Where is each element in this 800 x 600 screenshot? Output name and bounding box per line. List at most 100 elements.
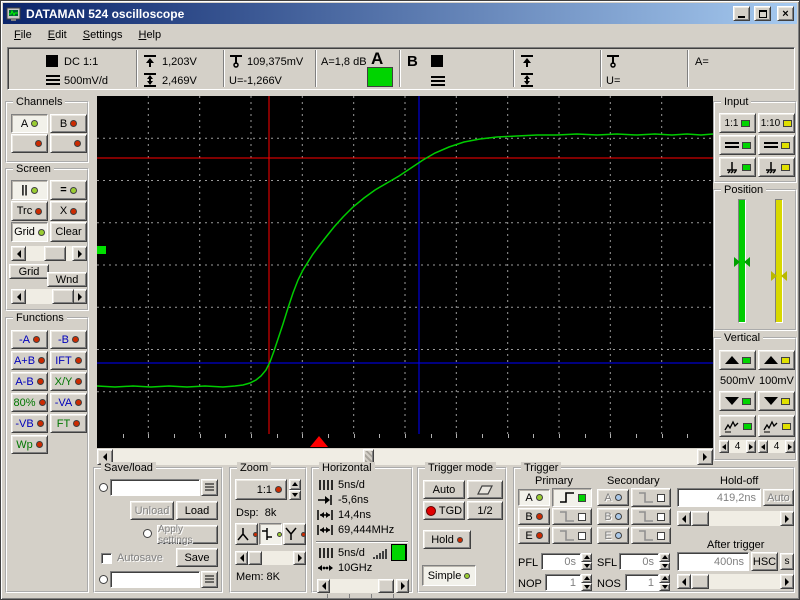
saveload-bottom-filename-input[interactable] bbox=[110, 571, 200, 588]
tgd-button[interactable]: TGD bbox=[423, 501, 465, 520]
simple-mode-button[interactable]: Simple bbox=[422, 565, 476, 586]
nos-field[interactable]: 1 bbox=[625, 574, 659, 591]
zoom-mode-sample-button[interactable] bbox=[259, 523, 282, 545]
saveload-top-list-button[interactable] bbox=[201, 479, 218, 496]
zoom-spinner[interactable] bbox=[289, 479, 301, 500]
function-a-minus-b-button[interactable]: A-B bbox=[11, 372, 48, 391]
tab-grid[interactable]: Grid bbox=[9, 264, 49, 279]
vertical-b-average-stepper[interactable]: 4 bbox=[758, 440, 795, 453]
function-neg-va-button[interactable]: -VA bbox=[50, 393, 87, 412]
after-trigger-scrollbar[interactable] bbox=[677, 574, 794, 589]
trigger-secondary-e-edge-button[interactable] bbox=[631, 527, 671, 544]
input-a-1to1-button[interactable]: 1:1 bbox=[719, 113, 756, 133]
minimize-button[interactable] bbox=[733, 6, 750, 21]
function-a-plus-b-button[interactable]: A+B bbox=[11, 351, 48, 370]
vertical-a-average-stepper[interactable]: 4 bbox=[719, 440, 756, 453]
vertical-b-up-button[interactable] bbox=[758, 350, 795, 370]
tab-wnd[interactable]: Wnd bbox=[47, 272, 87, 287]
trigger-primary-e-button[interactable]: E bbox=[518, 527, 550, 544]
holdoff-scrollbar[interactable] bbox=[677, 511, 794, 526]
input-a-ground-button[interactable] bbox=[719, 157, 756, 177]
trc-button[interactable]: Trc bbox=[11, 201, 48, 221]
channel-c-button[interactable] bbox=[11, 134, 48, 153]
trigger-secondary-a-button[interactable]: A bbox=[597, 489, 629, 506]
trigger-primary-b-edge-button[interactable] bbox=[552, 508, 592, 525]
wnd-scrollbar[interactable] bbox=[11, 289, 87, 304]
grid-scrollbar[interactable] bbox=[11, 246, 87, 261]
function-wp-button[interactable]: Wp bbox=[11, 435, 48, 454]
trigger-secondary-e-button[interactable]: E bbox=[597, 527, 629, 544]
input-b-ground-button[interactable] bbox=[758, 157, 795, 177]
trigger-primary-a-button[interactable]: A bbox=[518, 489, 550, 506]
zoom-mode-interp-button[interactable] bbox=[283, 523, 306, 545]
vertical-a-down-button[interactable] bbox=[719, 391, 756, 411]
unload-button[interactable]: Unload bbox=[130, 501, 174, 520]
saveload-top-filename-input[interactable] bbox=[110, 479, 200, 496]
pause-button[interactable]: || bbox=[11, 180, 48, 200]
horizontal-scrollbar[interactable] bbox=[317, 579, 409, 593]
menu-help[interactable]: Help bbox=[131, 27, 168, 43]
trigger-secondary-b-button[interactable]: B bbox=[597, 508, 629, 525]
function-neg-vb-button[interactable]: -VB bbox=[11, 414, 48, 433]
single-flag-button[interactable] bbox=[467, 480, 503, 499]
function-80pct-button[interactable]: 80% bbox=[11, 393, 48, 412]
after-trigger-value-field[interactable]: 400ns bbox=[677, 552, 749, 571]
apply-settings-button[interactable]: Apply settings bbox=[157, 525, 218, 544]
function-ft-button[interactable]: FT bbox=[50, 414, 87, 433]
position-slider-b[interactable] bbox=[771, 199, 787, 323]
function-xy-button[interactable]: X/Y bbox=[50, 372, 87, 391]
nop-field[interactable]: 1 bbox=[545, 574, 581, 591]
channel-d-button[interactable] bbox=[50, 134, 87, 153]
save-button[interactable]: Save bbox=[176, 548, 218, 567]
x-button[interactable]: X bbox=[50, 201, 87, 221]
plot-scrollbar[interactable] bbox=[97, 449, 713, 465]
zoom-scrollbar[interactable] bbox=[235, 551, 306, 565]
trigger-secondary-a-edge-button[interactable] bbox=[631, 488, 671, 507]
trigger-primary-b-button[interactable]: B bbox=[518, 508, 550, 525]
holdoff-value-field[interactable]: 419,2ns bbox=[677, 488, 761, 507]
zoom-mode-peak-button[interactable] bbox=[235, 523, 258, 545]
scope-display[interactable] bbox=[97, 96, 713, 434]
hold-button[interactable]: Hold bbox=[423, 530, 471, 549]
channel-b-button[interactable]: B bbox=[50, 114, 87, 133]
pfl-field[interactable]: 0s bbox=[541, 553, 581, 570]
vertical-a-up-button[interactable] bbox=[719, 350, 756, 370]
position-marker-a[interactable] bbox=[734, 257, 750, 267]
holdoff-auto-button[interactable]: Auto bbox=[763, 489, 794, 506]
function-ift-button[interactable]: IFT bbox=[50, 351, 87, 370]
input-b-1to10-button[interactable]: 1:10 bbox=[758, 113, 795, 133]
vertical-b-filter-button[interactable] bbox=[758, 415, 795, 437]
autosave-checkbox[interactable] bbox=[101, 553, 112, 564]
input-a-coupling-button[interactable] bbox=[719, 135, 756, 155]
channel-a-button[interactable]: A bbox=[11, 114, 48, 133]
saveload-bottom-list-button[interactable] bbox=[201, 571, 218, 588]
vertical-a-filter-button[interactable] bbox=[719, 415, 756, 437]
menu-file[interactable]: File bbox=[7, 27, 39, 43]
channel-a-ground-marker[interactable] bbox=[97, 246, 106, 254]
hsc-button[interactable]: HSC bbox=[751, 552, 778, 571]
half-button[interactable]: 1/2 bbox=[467, 501, 503, 520]
vertical-b-down-button[interactable] bbox=[758, 391, 795, 411]
clear-button[interactable]: Clear bbox=[50, 222, 87, 242]
load-button[interactable]: Load bbox=[176, 501, 218, 520]
position-marker-b[interactable] bbox=[771, 271, 787, 281]
trigger-primary-a-edge-button[interactable] bbox=[552, 488, 592, 507]
function-neg-a-button[interactable]: -A bbox=[11, 330, 48, 349]
pfl-spinner[interactable] bbox=[581, 553, 592, 570]
maximize-button[interactable] bbox=[754, 6, 771, 21]
function-neg-b-button[interactable]: -B bbox=[50, 330, 87, 349]
close-button[interactable]: × bbox=[777, 6, 794, 21]
trigger-secondary-b-edge-button[interactable] bbox=[631, 508, 671, 525]
menu-settings[interactable]: Settings bbox=[76, 27, 130, 43]
menu-edit[interactable]: Edit bbox=[41, 27, 74, 43]
grid-button[interactable]: Grid bbox=[11, 222, 48, 242]
run-button[interactable]: = bbox=[50, 180, 87, 200]
sfl-field[interactable]: 0s bbox=[619, 553, 659, 570]
trigger-marker-strip[interactable] bbox=[97, 434, 713, 448]
trigger-primary-e-edge-button[interactable] bbox=[552, 527, 592, 544]
nop-spinner[interactable] bbox=[581, 574, 592, 591]
nos-spinner[interactable] bbox=[659, 574, 670, 591]
sfl-spinner[interactable] bbox=[659, 553, 670, 570]
position-slider-a[interactable] bbox=[734, 199, 750, 323]
zoom-ratio-button[interactable]: 1:1 bbox=[235, 479, 287, 500]
